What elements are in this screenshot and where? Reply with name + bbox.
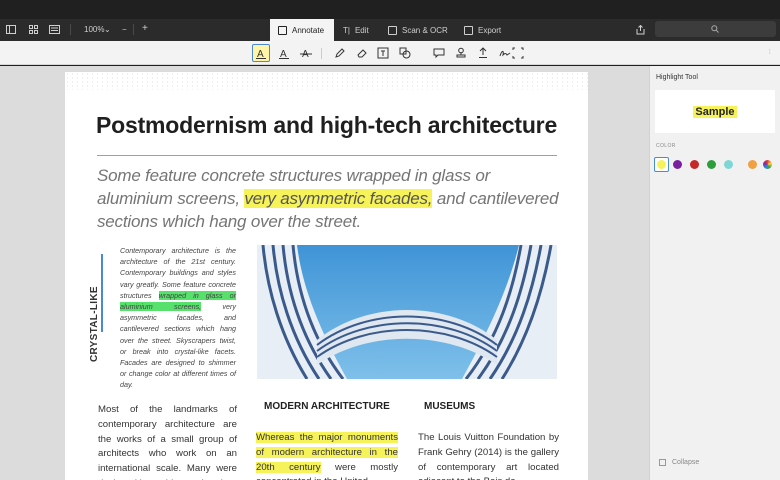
collapse-button[interactable]: Collapse: [659, 459, 699, 466]
tab-label: Annotate: [292, 25, 325, 35]
zoom-in-button[interactable]: +: [142, 23, 148, 34]
scan-noise: [65, 72, 588, 90]
collapse-label: Collapse: [672, 459, 700, 466]
sidebar-paragraph: Contemporary architecture is the archite…: [120, 245, 237, 391]
tab-edit[interactable]: T| Edit: [335, 19, 380, 41]
title-divider: [97, 155, 557, 156]
color-swatch-red[interactable]: [690, 160, 699, 169]
tab-scan-ocr[interactable]: Scan & OCR: [380, 19, 452, 41]
export-icon: [464, 25, 473, 35]
pen-icon[interactable]: [331, 44, 349, 62]
architecture-photo: [257, 245, 557, 379]
chevron-down-icon[interactable]: ⌄: [104, 25, 111, 34]
grid-view-icon[interactable]: [27, 23, 39, 36]
text-box-icon[interactable]: [374, 44, 392, 62]
toolbar-divider: [133, 24, 134, 35]
accent-bar: [101, 254, 103, 332]
annotate-icon: [278, 25, 287, 35]
eraser-icon[interactable]: [353, 44, 371, 62]
column-heading: MUSEUMS: [424, 401, 476, 412]
highlight-text-icon[interactable]: A: [252, 44, 270, 62]
search-icon: [711, 25, 719, 33]
tab-label: Export: [478, 25, 502, 35]
color-swatch-cyan[interactable]: [724, 160, 733, 169]
tab-label: Scan & OCR: [402, 25, 448, 35]
svg-text:A: A: [280, 49, 287, 59]
toolbar-divider: [70, 24, 71, 35]
sidebar-toggle-icon[interactable]: [5, 23, 17, 36]
window-title-bar: [0, 0, 780, 19]
share-icon[interactable]: [634, 23, 646, 36]
color-picker-icon[interactable]: [763, 160, 772, 169]
side-label: CRYSTAL-LIKE: [89, 286, 100, 362]
column-heading: MODERN ARCHITECTURE: [264, 401, 390, 412]
highlight-tool-panel: Highlight Tool Sample COLOR Collapse: [649, 66, 780, 480]
toolbar-divider: [321, 48, 322, 59]
panel-grip-icon[interactable]: ⦙: [769, 49, 771, 57]
subtitle: Some feature concrete structures wrapped…: [97, 164, 567, 233]
tab-annotate[interactable]: Annotate: [270, 19, 334, 41]
strikethrough-text-icon[interactable]: A: [297, 44, 315, 62]
column-1-text: Most of the landmarks of contemporary ar…: [98, 404, 237, 480]
stamp-icon[interactable]: [452, 44, 470, 62]
color-swatch-yellow[interactable]: [657, 160, 666, 169]
highlight-preview: Sample: [655, 90, 775, 133]
zoom-out-button[interactable]: −: [122, 25, 127, 34]
panel-title: Highlight Tool: [656, 74, 698, 81]
shapes-icon[interactable]: [396, 44, 414, 62]
tab-label: Edit: [354, 25, 369, 35]
color-label: COLOR: [656, 143, 676, 149]
scan-icon: [388, 25, 397, 35]
upload-icon[interactable]: [474, 44, 492, 62]
comment-icon[interactable]: [430, 44, 448, 62]
svg-text:A: A: [257, 49, 264, 59]
color-swatch-purple[interactable]: [673, 160, 682, 169]
collapse-icon: [659, 459, 666, 466]
column-3-text: The Louis Vuitton Foundation by Frank Ge…: [418, 432, 559, 480]
page-title: Postmodernism and high-tech architecture: [96, 112, 558, 138]
column-2-text: Whereas the major monuments of modern ar…: [256, 431, 398, 480]
document-canvas[interactable]: Postmodernism and high-tech architecture…: [0, 66, 649, 480]
page-layout-icon[interactable]: [48, 23, 60, 36]
color-swatch-green[interactable]: [707, 160, 716, 169]
edit-text-icon: T|: [343, 25, 350, 35]
sample-text: Sample: [693, 105, 737, 118]
paragraph-text: very asymmetric facades, and cantilevere…: [120, 302, 236, 390]
zoom-level[interactable]: 100%: [84, 25, 104, 34]
color-swatch-orange[interactable]: [748, 160, 757, 169]
annotation-toolbar: A A A ⦙: [0, 41, 780, 65]
highlight-annotation[interactable]: very asymmetric facades,: [244, 189, 432, 208]
document-page[interactable]: Postmodernism and high-tech architecture…: [65, 72, 588, 480]
tab-export[interactable]: Export: [456, 19, 508, 41]
search-input[interactable]: [655, 21, 776, 37]
crop-icon[interactable]: [509, 44, 527, 62]
underline-text-icon[interactable]: A: [275, 44, 293, 62]
